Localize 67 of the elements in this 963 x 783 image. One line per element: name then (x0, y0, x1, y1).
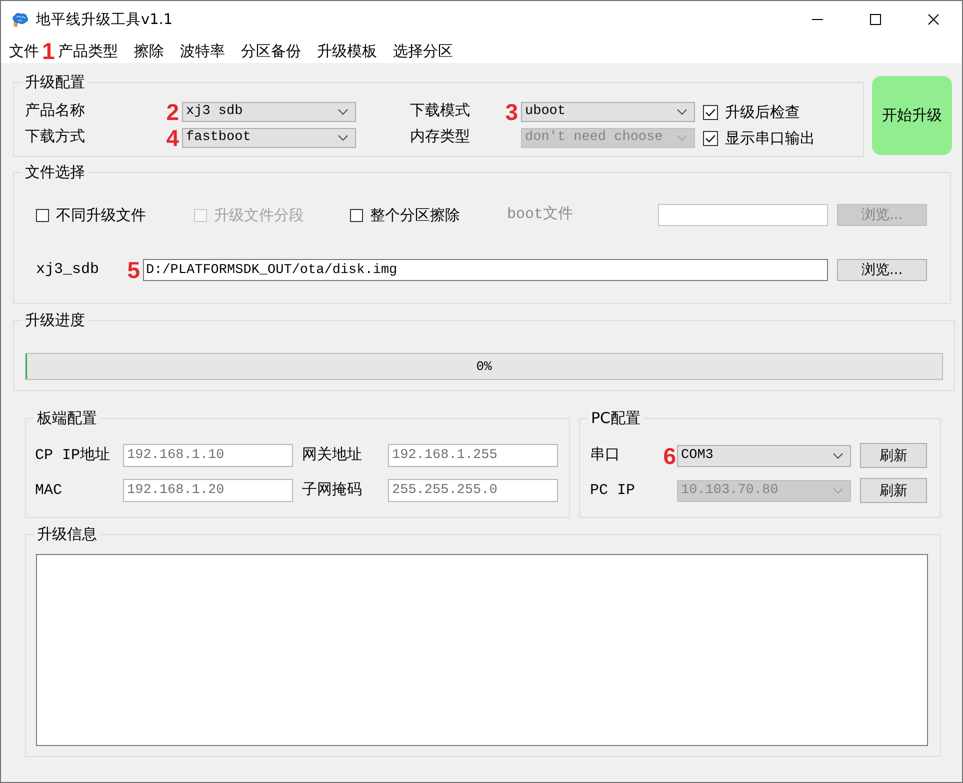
group-title: 升级进度 (24, 312, 86, 328)
dropdown[interactable]: COM3 (677, 444, 851, 466)
field-label: MAC (35, 482, 62, 500)
group-title: PC配置 (590, 410, 642, 426)
field-label: 网关地址 (302, 446, 362, 464)
callout-number: 6 (663, 446, 676, 466)
field-label: xj3_sdb (36, 261, 100, 279)
dropdown[interactable]: xj3 sdb (182, 102, 356, 122)
group-title: 升级信息 (36, 526, 98, 542)
refresh-button[interactable]: 刷新 (860, 443, 927, 468)
group-title: 文件选择 (24, 164, 86, 180)
file-path-field[interactable]: D:/PLATFORMSDK_OUT/ota/disk.img (143, 259, 828, 281)
field-label: 内存类型 (410, 129, 470, 147)
checkbox[interactable] (703, 130, 718, 146)
menu-item[interactable]: 选择分区 (392, 40, 453, 60)
chevron-down-icon (338, 109, 348, 115)
chevron-down-icon (677, 109, 687, 115)
field-label: 下载方式 (25, 129, 85, 147)
chevron-down-icon (833, 452, 843, 458)
menu-item[interactable]: 文件 (9, 40, 39, 60)
checkbox-label: 显示串口输出 (725, 129, 815, 147)
menu-item[interactable]: 擦除 (134, 40, 164, 60)
chevron-down-icon (677, 135, 687, 141)
field-label: 串口 (590, 446, 620, 464)
checkbox-label: 整个分区擦除 (370, 206, 460, 224)
menu-item[interactable]: 升级模板 (316, 40, 377, 60)
start-upgrade-button[interactable]: 开始升级 (872, 76, 952, 155)
browse-button[interactable]: 浏览... (837, 259, 927, 281)
minimize-icon[interactable] (812, 19, 822, 20)
file-path-field[interactable] (658, 204, 828, 226)
group-title: 板端配置 (36, 410, 98, 426)
text-field[interactable]: 255.255.255.0 (388, 479, 558, 502)
checkbox-label: 升级文件分段 (214, 206, 304, 224)
close-icon[interactable] (928, 14, 938, 25)
maximize-icon[interactable] (870, 14, 880, 25)
callout-number: 4 (166, 128, 179, 148)
chevron-down-icon (338, 135, 348, 141)
field-label: CP IP地址 (35, 446, 110, 464)
dropdown[interactable]: uboot (521, 102, 695, 122)
callout-number: 2 (166, 102, 179, 122)
text-field[interactable]: 192.168.1.20 (123, 479, 293, 502)
field-label: PC IP (590, 482, 636, 500)
field-label: boot文件 (507, 206, 574, 224)
field-label: 子网掩码 (302, 482, 362, 500)
checkbox-label: 升级后检查 (725, 103, 800, 121)
dropdown[interactable]: fastboot (182, 128, 356, 148)
menu-item[interactable]: 波特率 (180, 40, 225, 60)
menu-item[interactable]: 分区备份 (240, 40, 301, 60)
checkbox[interactable] (350, 208, 363, 222)
window-title: 地平线升级工具v1.1 (36, 10, 173, 28)
menu-item[interactable]: 产品类型 (58, 40, 118, 60)
text-field[interactable]: 192.168.1.10 (123, 444, 293, 467)
progress-label: 0% (476, 358, 492, 374)
group-title: 升级配置 (24, 74, 86, 90)
checkmark-icon (705, 108, 716, 116)
checkbox-label: 不同升级文件 (56, 206, 146, 224)
callout-number: 3 (505, 102, 518, 122)
text-field[interactable]: 192.168.1.255 (388, 444, 558, 467)
checkbox[interactable] (36, 208, 49, 222)
checkmark-icon (705, 134, 716, 142)
chevron-down-icon (833, 488, 843, 494)
brain-icon (11, 12, 29, 28)
callout-number: 1 (42, 40, 55, 60)
callout-number: 5 (127, 260, 140, 280)
field-label: 产品名称 (25, 103, 85, 121)
checkbox[interactable] (703, 104, 718, 120)
field-label: 下载模式 (410, 103, 470, 121)
